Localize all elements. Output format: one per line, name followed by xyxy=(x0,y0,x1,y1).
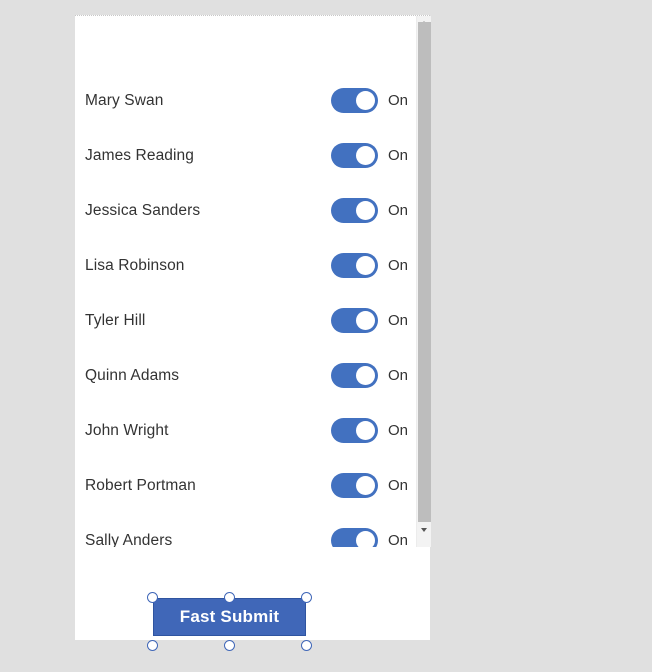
toggle-state-label: On xyxy=(388,202,409,219)
toggle-row: Robert Portman On xyxy=(75,458,416,513)
toggle-switch[interactable] xyxy=(331,253,378,278)
toggle-row-label: Quinn Adams xyxy=(85,366,180,384)
selection-handle-top-left[interactable] xyxy=(147,592,158,603)
chevron-down-icon xyxy=(421,528,427,532)
selection-handle-top-right[interactable] xyxy=(301,592,312,603)
toggle-row: John Wright On xyxy=(75,403,416,458)
scrollbar-thumb[interactable] xyxy=(418,22,431,522)
toggle-row-label: John Wright xyxy=(85,421,169,439)
toggle-row-label: Tyler Hill xyxy=(85,311,146,329)
toggle-row-label: Mary Swan xyxy=(85,91,164,109)
toggle-state-label: On xyxy=(388,92,409,109)
toggle-row-label: Lisa Robinson xyxy=(85,256,185,274)
toggle-row: Sally Anders On xyxy=(75,513,416,547)
selection-handle-bottom-right[interactable] xyxy=(301,640,312,651)
toggle-switch[interactable] xyxy=(331,143,378,168)
toggle-row-label: James Reading xyxy=(85,146,194,164)
toggle-state-label: On xyxy=(388,422,409,439)
toggle-row: James Reading On xyxy=(75,128,416,183)
toggle-row: Tyler Hill On xyxy=(75,293,416,348)
vertical-scrollbar[interactable] xyxy=(416,16,431,547)
selection-handle-bottom-center[interactable] xyxy=(224,640,235,651)
fast-submit-button[interactable]: Fast Submit xyxy=(153,598,306,636)
selection-handle-bottom-left[interactable] xyxy=(147,640,158,651)
toggle-state-label: On xyxy=(388,477,409,494)
toggle-switch-knob xyxy=(356,531,375,547)
selection-handle-top-center[interactable] xyxy=(224,592,235,603)
toggle-switch-knob xyxy=(356,421,375,440)
toggle-switch[interactable] xyxy=(331,528,378,547)
toggle-state-label: On xyxy=(388,367,409,384)
toggle-row: Quinn Adams On xyxy=(75,348,416,403)
toggle-state-label: On xyxy=(388,147,409,164)
toggle-row: Jessica Sanders On xyxy=(75,183,416,238)
toggle-row: Lisa Robinson On xyxy=(75,238,416,293)
toggle-row-label: Robert Portman xyxy=(85,476,196,494)
toggle-switch-knob xyxy=(356,91,375,110)
toggle-row-label: Sally Anders xyxy=(85,531,173,548)
toggle-list-scroll-viewport[interactable]: Mary Swan On James Reading On Jessica Sander… xyxy=(75,16,416,547)
toggle-switch-knob xyxy=(356,366,375,385)
toggle-row-label: Jessica Sanders xyxy=(85,201,201,219)
toggle-switch[interactable] xyxy=(331,198,378,223)
toggle-list: Mary Swan On James Reading On Jessica Sander… xyxy=(75,16,416,547)
toggle-switch[interactable] xyxy=(331,308,378,333)
toggle-switch-knob xyxy=(356,256,375,275)
toggle-switch-knob xyxy=(356,476,375,495)
toggle-switch[interactable] xyxy=(331,473,378,498)
scrollbar-down-arrow-icon[interactable] xyxy=(417,523,431,537)
toggle-switch[interactable] xyxy=(331,418,378,443)
toggle-switch[interactable] xyxy=(331,363,378,388)
toggle-switch-knob xyxy=(356,201,375,220)
submit-button-selection-group: Fast Submit xyxy=(75,588,315,652)
toggle-state-label: On xyxy=(388,257,409,274)
toggle-list-form-card: Mary Swan On James Reading On Jessica Sander… xyxy=(75,15,431,651)
toggle-switch[interactable] xyxy=(331,88,378,113)
toggle-state-label: On xyxy=(388,312,409,329)
toggle-switch-knob xyxy=(356,146,375,165)
toggle-state-label: On xyxy=(388,532,409,547)
toggle-switch-knob xyxy=(356,311,375,330)
toggle-row: Mary Swan On xyxy=(75,73,416,128)
